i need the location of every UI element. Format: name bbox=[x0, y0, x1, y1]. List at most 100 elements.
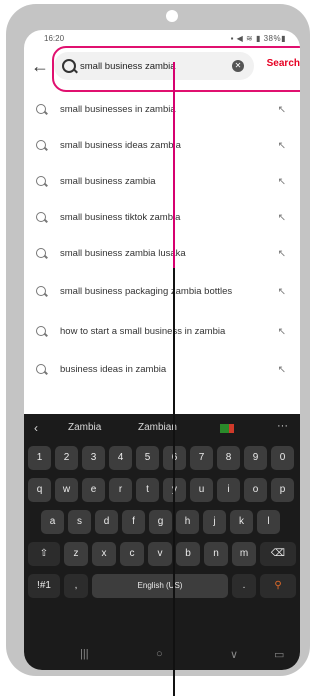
status-time: 16:20 bbox=[44, 34, 65, 43]
keyboard-row-3: ⇧ z x c v b n m ⌫ bbox=[24, 542, 300, 568]
key-c[interactable]: c bbox=[120, 542, 144, 566]
search-icon bbox=[36, 326, 46, 336]
period-key[interactable]: . bbox=[232, 574, 256, 598]
keyboard-row-1: q w e r t y u i o p bbox=[24, 478, 300, 504]
search-icon bbox=[36, 104, 46, 114]
key-0[interactable]: 0 bbox=[271, 446, 294, 470]
suggestion-item[interactable]: small business tiktok zambia ↖ bbox=[24, 200, 300, 236]
suggestion-item[interactable]: small businesses in zambia ↖ bbox=[24, 92, 300, 128]
search-icon bbox=[36, 286, 46, 296]
suggestion-item[interactable]: small business zambia lusaka ↖ bbox=[24, 236, 300, 272]
key-j[interactable]: j bbox=[203, 510, 226, 534]
prediction-word[interactable]: Zambia bbox=[68, 422, 101, 433]
keyboard-row-2: a s d f g h j k l bbox=[24, 510, 300, 536]
search-icon bbox=[36, 140, 46, 150]
key-g[interactable]: g bbox=[149, 510, 172, 534]
prediction-bar: ‹ Zambia Zambian ··· bbox=[24, 414, 300, 442]
key-i[interactable]: i bbox=[217, 478, 240, 502]
annotation-line bbox=[173, 62, 175, 268]
system-nav-bar: ||| ○ ∨ ▭ bbox=[24, 640, 300, 670]
suggestion-item[interactable]: small business packaging zambia bottles … bbox=[24, 272, 300, 312]
key-n[interactable]: n bbox=[204, 542, 228, 566]
key-o[interactable]: o bbox=[244, 478, 267, 502]
suggestion-item[interactable]: how to start a small business in zambia … bbox=[24, 312, 300, 352]
fill-query-arrow-icon[interactable]: ↖ bbox=[278, 327, 286, 338]
search-icon bbox=[36, 212, 46, 222]
key-a[interactable]: a bbox=[41, 510, 64, 534]
keyboard-toggle-icon[interactable]: ▭ bbox=[274, 648, 284, 661]
chevron-left-icon[interactable]: ‹ bbox=[34, 421, 38, 435]
search-highlight-box bbox=[52, 46, 300, 92]
keyboard-row-bottom: !#1 , English (US) . ⚲ bbox=[24, 574, 300, 600]
status-icons: ▪ ◀ ≋ ▮ 38%▮ bbox=[230, 34, 286, 43]
key-t[interactable]: t bbox=[136, 478, 159, 502]
search-icon bbox=[36, 248, 46, 258]
keyboard-row-numbers: 1 2 3 4 5 6 7 8 9 0 bbox=[24, 446, 300, 472]
suggestion-text: how to start a small business in zambia bbox=[60, 326, 226, 337]
key-b[interactable]: b bbox=[176, 542, 200, 566]
key-8[interactable]: 8 bbox=[217, 446, 240, 470]
fill-query-arrow-icon[interactable]: ↖ bbox=[278, 105, 286, 116]
key-s[interactable]: s bbox=[68, 510, 91, 534]
key-p[interactable]: p bbox=[271, 478, 294, 502]
fill-query-arrow-icon[interactable]: ↖ bbox=[278, 177, 286, 188]
key-z[interactable]: z bbox=[64, 542, 88, 566]
space-bar[interactable]: English (US) bbox=[92, 574, 228, 598]
back-arrow-icon[interactable]: ← bbox=[30, 54, 50, 78]
key-e[interactable]: e bbox=[82, 478, 105, 502]
key-h[interactable]: h bbox=[176, 510, 199, 534]
key-r[interactable]: r bbox=[109, 478, 132, 502]
suggestion-text: small businesses in zambia bbox=[60, 104, 176, 115]
key-k[interactable]: k bbox=[230, 510, 253, 534]
key-d[interactable]: d bbox=[95, 510, 118, 534]
shift-key-icon[interactable]: ⇧ bbox=[28, 542, 60, 566]
keyboard: ‹ Zambia Zambian ··· 1 2 3 4 5 6 7 8 9 0… bbox=[24, 414, 300, 670]
search-icon bbox=[36, 364, 46, 374]
key-u[interactable]: u bbox=[190, 478, 213, 502]
suggestion-item[interactable]: business ideas in zambia ↖ bbox=[24, 352, 300, 388]
fill-query-arrow-icon[interactable]: ↖ bbox=[278, 141, 286, 152]
screen: 16:20 ▪ ◀ ≋ ▮ 38%▮ ← ✕ Search small busi… bbox=[24, 30, 300, 670]
flag-emoji-icon[interactable] bbox=[220, 424, 234, 433]
key-f[interactable]: f bbox=[122, 510, 145, 534]
key-5[interactable]: 5 bbox=[136, 446, 159, 470]
search-icon bbox=[36, 176, 46, 186]
symbols-key[interactable]: !#1 bbox=[28, 574, 60, 598]
key-x[interactable]: x bbox=[92, 542, 116, 566]
key-1[interactable]: 1 bbox=[28, 446, 51, 470]
suggestion-text: small business packaging zambia bottles bbox=[60, 286, 233, 297]
suggestion-item[interactable]: small business zambia ↖ bbox=[24, 164, 300, 200]
key-9[interactable]: 9 bbox=[244, 446, 267, 470]
key-m[interactable]: m bbox=[232, 542, 256, 566]
key-q[interactable]: q bbox=[28, 478, 51, 502]
home-icon[interactable]: ○ bbox=[156, 648, 163, 660]
key-4[interactable]: 4 bbox=[109, 446, 132, 470]
suggestion-list: small businesses in zambia ↖ small busin… bbox=[24, 92, 300, 388]
key-v[interactable]: v bbox=[148, 542, 172, 566]
fill-query-arrow-icon[interactable]: ↖ bbox=[278, 365, 286, 376]
status-bar: 16:20 ▪ ◀ ≋ ▮ 38%▮ bbox=[24, 30, 300, 46]
suggestion-text: business ideas in zambia bbox=[60, 364, 167, 375]
fill-query-arrow-icon[interactable]: ↖ bbox=[278, 249, 286, 260]
fill-query-arrow-icon[interactable]: ↖ bbox=[278, 287, 286, 298]
key-3[interactable]: 3 bbox=[82, 446, 105, 470]
fill-query-arrow-icon[interactable]: ↖ bbox=[278, 213, 286, 224]
suggestion-text: small business zambia lusaka bbox=[60, 248, 186, 259]
search-key-icon[interactable]: ⚲ bbox=[260, 574, 296, 598]
more-icon[interactable]: ··· bbox=[277, 420, 288, 432]
suggestion-item[interactable]: small business ideas zambia ↖ bbox=[24, 128, 300, 164]
key-l[interactable]: l bbox=[257, 510, 280, 534]
key-7[interactable]: 7 bbox=[190, 446, 213, 470]
backspace-icon[interactable]: ⌫ bbox=[260, 542, 296, 566]
key-w[interactable]: w bbox=[55, 478, 78, 502]
suggestion-text: small business ideas zambia bbox=[60, 140, 181, 151]
recents-icon[interactable]: ||| bbox=[80, 648, 89, 660]
key-2[interactable]: 2 bbox=[55, 446, 78, 470]
camera-dot bbox=[166, 10, 178, 22]
suggestion-text: small business zambia bbox=[60, 176, 156, 187]
nav-back-icon[interactable]: ∨ bbox=[230, 648, 238, 661]
comma-key[interactable]: , bbox=[64, 574, 88, 598]
suggestion-text: small business tiktok zambia bbox=[60, 212, 181, 223]
prediction-word[interactable]: Zambian bbox=[138, 422, 177, 433]
phone-frame: 16:20 ▪ ◀ ≋ ▮ 38%▮ ← ✕ Search small busi… bbox=[6, 4, 310, 676]
